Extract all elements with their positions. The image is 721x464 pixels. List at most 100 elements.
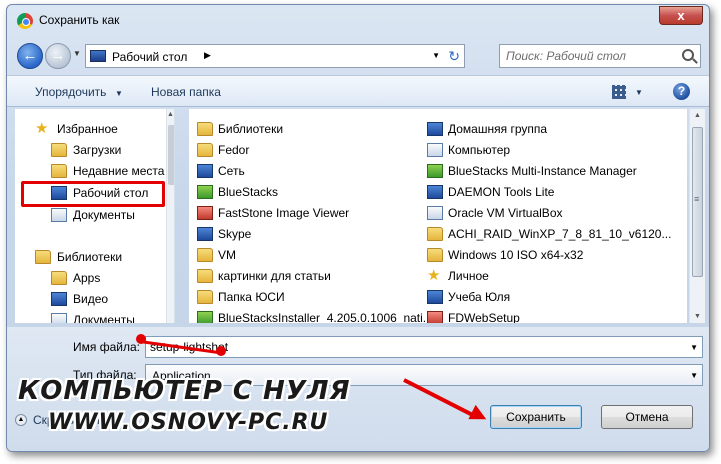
cancel-button[interactable]: Отмена xyxy=(601,405,693,429)
path-dropdown[interactable]: ▼ xyxy=(432,51,440,60)
nav-item-label: Документы xyxy=(73,208,135,222)
list-item-label: ACHI_RAID_WinXP_7_8_81_10_v6120... xyxy=(448,227,672,241)
list-item-label: BlueStacks Multi-Instance Manager xyxy=(448,164,637,178)
back-button[interactable]: ← xyxy=(17,43,43,69)
search-input[interactable] xyxy=(506,49,676,63)
scroll-up-icon[interactable]: ▲ xyxy=(694,112,701,119)
annotation-dot-right xyxy=(216,346,226,356)
list-item-label: Сеть xyxy=(218,164,245,178)
star-icon: ★ xyxy=(427,267,441,284)
nav-item-apps[interactable]: Apps xyxy=(15,268,165,288)
chevron-down-icon[interactable]: ▼ xyxy=(115,89,123,98)
scroll-up-icon[interactable]: ▲ xyxy=(167,111,174,118)
computer-icon xyxy=(427,143,443,157)
file-list-scrollbar[interactable]: ▲ ▼ xyxy=(689,109,705,323)
recent-locations-dropdown[interactable]: ▼ xyxy=(73,49,81,58)
arrow-left-icon: ← xyxy=(22,47,38,64)
shortcut-icon xyxy=(197,227,213,241)
list-item-label: Учеба Юля xyxy=(448,290,511,304)
folder-icon xyxy=(51,271,67,285)
nav-item-documents[interactable]: Документы xyxy=(15,205,165,225)
nav-item-library-documents[interactable]: Документы xyxy=(15,310,165,323)
new-folder-button[interactable]: Новая папка xyxy=(151,85,221,99)
list-item-label: BlueStacksInstaller_4.205.0.1006_nati... xyxy=(218,311,433,323)
list-item-label: FDWebSetup xyxy=(448,311,520,323)
star-icon: ★ xyxy=(35,120,49,137)
nav-item-label: Документы xyxy=(73,313,135,323)
nav-item-favorites[interactable]: ★ Избранное xyxy=(15,119,165,139)
list-item-label: FastStone Image Viewer xyxy=(218,206,350,220)
window-title: Сохранить как xyxy=(39,13,120,27)
list-item-label: Oracle VM VirtualBox xyxy=(448,206,563,220)
filename-dropdown[interactable]: ▼ xyxy=(690,343,698,352)
homegroup-icon xyxy=(427,122,443,136)
shortcut-icon xyxy=(197,206,213,220)
refresh-icon[interactable]: ↻ xyxy=(448,48,460,65)
arrow-right-icon: → xyxy=(50,47,66,64)
file-scroll-thumb[interactable] xyxy=(692,127,703,277)
network-icon xyxy=(197,164,213,178)
shortcut-icon xyxy=(427,185,443,199)
chevron-down-icon[interactable]: ▼ xyxy=(690,371,698,380)
list-item-label: VM xyxy=(218,248,236,262)
help-icon[interactable]: ? xyxy=(673,83,690,100)
path-breadcrumb[interactable]: Рабочий стол ▶ ▼ ↻ xyxy=(85,44,465,68)
navigation-pane: ★ Избранное Загрузки Недавние места Рабо… xyxy=(15,109,175,323)
chevron-up-icon[interactable]: ▲ xyxy=(15,414,27,426)
setup-icon xyxy=(427,311,443,323)
installer-icon xyxy=(197,311,213,323)
close-button[interactable]: x xyxy=(659,6,703,25)
nav-item-label: Загрузки xyxy=(73,143,122,157)
nav-item-label: Избранное xyxy=(57,122,118,136)
folder-icon xyxy=(197,248,213,262)
address-bar: ← → ▼ Рабочий стол ▶ ▼ ↻ xyxy=(7,35,709,73)
search-icon[interactable] xyxy=(682,49,694,61)
folder-icon xyxy=(51,143,67,157)
list-item-label: Папка ЮСИ xyxy=(218,290,285,304)
forward-button[interactable]: → xyxy=(45,43,71,69)
chevron-right-icon[interactable]: ▶ xyxy=(204,50,211,61)
watermark-url: WWW.OSNOVY-PC.RU xyxy=(48,410,329,435)
desktop-icon xyxy=(90,50,106,62)
nav-item-video[interactable]: Видео xyxy=(15,289,165,309)
folder-icon xyxy=(427,227,443,241)
filename-input[interactable] xyxy=(150,340,670,354)
library-icon xyxy=(197,122,213,136)
nav-item-label: Видео xyxy=(73,292,109,306)
list-item-label: картинки для статьи xyxy=(218,269,331,283)
file-list: Библиотеки Fedor Сеть BlueStacks FastSto… xyxy=(189,109,687,323)
folder-icon xyxy=(197,269,213,283)
save-button[interactable]: Сохранить xyxy=(490,405,582,429)
list-item-label: BlueStacks xyxy=(218,185,279,199)
nav-item-label: Библиотеки xyxy=(57,250,123,264)
breadcrumb-current[interactable]: Рабочий стол xyxy=(112,50,187,64)
organize-button[interactable]: Упорядочить xyxy=(35,85,106,99)
shortcut-icon xyxy=(427,206,443,220)
list-item-label: Fedor xyxy=(218,143,250,157)
list-item-label: Библиотеки xyxy=(218,122,284,136)
watermark-title: КОМПЬЮТЕР С НУЛЯ xyxy=(18,376,351,406)
folder-icon xyxy=(427,248,443,262)
view-dropdown[interactable]: ▼ xyxy=(635,88,643,97)
command-toolbar: Упорядочить ▼ Новая папка ▼ ? xyxy=(7,75,709,107)
nav-item-downloads[interactable]: Загрузки xyxy=(15,140,165,160)
folder-icon xyxy=(197,290,213,304)
search-box[interactable] xyxy=(499,44,701,68)
folder-icon xyxy=(51,164,67,178)
desktop-highlight-annotation xyxy=(21,181,165,207)
list-item-label: Личное xyxy=(448,269,489,283)
title-bar[interactable]: Сохранить как x xyxy=(7,5,709,35)
scroll-down-icon[interactable]: ▼ xyxy=(694,313,701,320)
nav-scrollbar[interactable]: ▲ xyxy=(166,109,174,323)
library-icon xyxy=(35,250,51,264)
list-item-label: Windows 10 ISO x64-x32 xyxy=(448,248,584,262)
nav-item-label: Недавние места xyxy=(73,164,165,178)
filename-field[interactable]: ▼ xyxy=(145,336,703,358)
view-options-icon[interactable] xyxy=(612,85,626,99)
nav-item-libraries[interactable]: Библиотеки xyxy=(15,247,165,267)
filename-label: Имя файла: xyxy=(73,340,140,354)
nav-item-recent-places[interactable]: Недавние места xyxy=(15,161,165,181)
nav-scroll-thumb[interactable] xyxy=(168,125,174,185)
documents-icon xyxy=(51,313,67,323)
nav-item-label: Apps xyxy=(73,271,101,285)
